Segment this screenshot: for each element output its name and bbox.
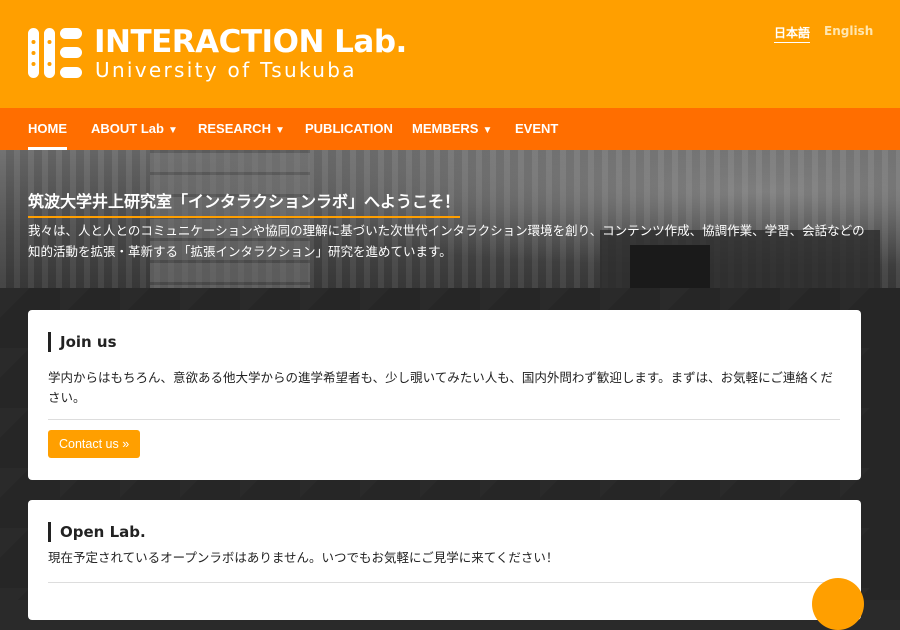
site-logo[interactable]: INTERACTION Lab. University of Tsukuba — [28, 24, 407, 84]
site-header: INTERACTION Lab. University of Tsukuba 日… — [0, 0, 900, 108]
nav-home[interactable]: HOME — [28, 108, 67, 150]
nav-publication-label: PUBLICATION — [305, 121, 393, 136]
join-us-heading: Join us — [48, 332, 117, 352]
hero-photo-shelves — [150, 150, 310, 288]
nav-about-lab-label: ABOUT Lab — [91, 121, 164, 136]
hero-title: 筑波大学井上研究室「インタラクションラボ」へようこそ！ — [28, 188, 461, 218]
main-nav: HOME ABOUT Lab ▼ RESEARCH ▼ PUBLICATION ME… — [0, 108, 900, 150]
nav-event-label: EVENT — [515, 121, 559, 136]
nav-members-label: MEMBERS — [412, 121, 479, 136]
contact-us-button[interactable]: Contact us » — [48, 430, 141, 458]
join-us-panel: Join us 学内からはもちろん、意欲ある他大学からの進学希望者も、少し覗いて… — [28, 310, 861, 480]
hero-banner: 筑波大学井上研究室「インタラクションラボ」へようこそ！ 我々は、人と人とのコミュ… — [0, 150, 900, 288]
lang-english-link[interactable]: English — [824, 24, 873, 38]
nav-research-label: RESEARCH — [198, 121, 271, 136]
nav-about-lab[interactable]: ABOUT Lab ▼ — [91, 108, 178, 150]
nav-event[interactable]: EVENT — [515, 108, 558, 150]
interaction-lab-logo-icon — [28, 28, 82, 78]
chevron-down-icon: ▼ — [274, 125, 285, 136]
divider — [48, 582, 840, 583]
logo-subtitle: University of Tsukuba — [95, 58, 357, 82]
open-lab-text: 現在予定されているオープンラボはありません。いつでもお気軽にご見学に来てください… — [48, 550, 559, 565]
open-lab-panel: Open Lab. 現在予定されているオープンラボはありません。いつでもお気軽に… — [28, 500, 861, 620]
main-content: Join us 学内からはもちろん、意欲ある他大学からの進学希望者も、少し覗いて… — [0, 288, 900, 620]
divider — [48, 419, 840, 420]
nav-home-label: HOME — [28, 121, 67, 136]
nav-publication[interactable]: PUBLICATION — [305, 108, 393, 150]
scroll-top-icon[interactable] — [812, 578, 864, 630]
join-us-text: 学内からはもちろん、意欲ある他大学からの進学希望者も、少し覗いてみたい人も、国内… — [48, 370, 833, 405]
nav-research[interactable]: RESEARCH ▼ — [198, 108, 285, 150]
nav-members[interactable]: MEMBERS ▼ — [412, 108, 492, 150]
chevron-down-icon: ▼ — [482, 125, 493, 136]
open-lab-heading: Open Lab. — [48, 522, 146, 542]
lang-japanese-link[interactable]: 日本語 — [774, 24, 811, 43]
chevron-down-icon: ▼ — [167, 125, 178, 136]
logo-title: INTERACTION Lab. — [94, 24, 407, 60]
hero-description: 我々は、人と人とのコミュニケーションや協同の理解に基づいた次世代インタラクション… — [28, 223, 865, 259]
